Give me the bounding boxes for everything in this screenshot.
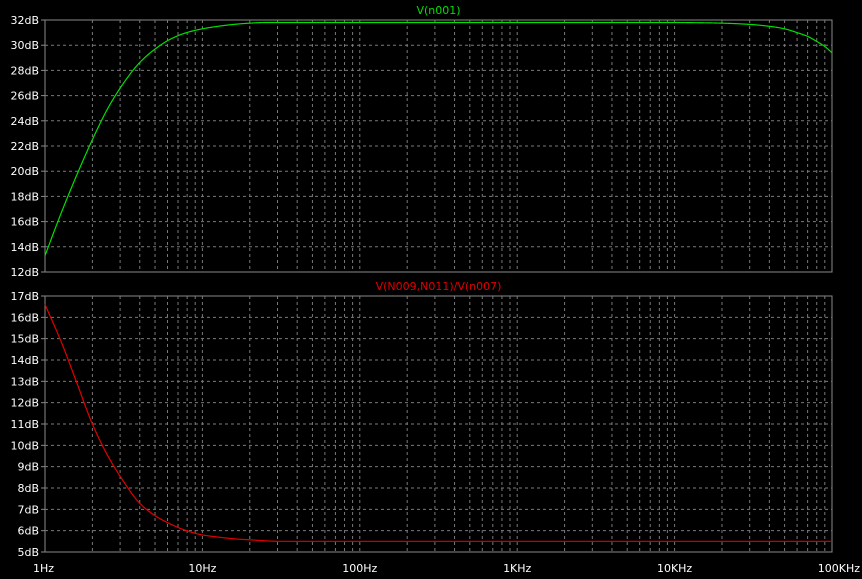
y-tick-label: 14dB xyxy=(10,241,39,254)
y-tick-label: 8dB xyxy=(17,482,39,495)
y-tick-label: 10dB xyxy=(10,439,39,452)
y-tick-label: 17dB xyxy=(10,290,39,303)
y-tick-label: 15dB xyxy=(10,333,39,346)
waveform-plot: 12dB 14dB 16dB 18dB 20dB 22dB 24dB 26dB 28dB 30dB… xyxy=(0,0,862,579)
y-tick-label: 6dB xyxy=(17,525,39,538)
x-tick-label: 100Hz xyxy=(342,562,377,575)
y-tick-label: 28dB xyxy=(10,64,39,77)
y-tick-label: 24dB xyxy=(10,115,39,128)
x-tick-label: 100KHz xyxy=(818,562,860,575)
trace-title: V(N009,N011)/V(n007) xyxy=(376,280,502,293)
y-tick-label: 14dB xyxy=(10,354,39,367)
x-tick-label: 10KHz xyxy=(657,562,692,575)
y-tick-label: 26dB xyxy=(10,90,39,103)
y-tick-label: 16dB xyxy=(10,311,39,324)
y-tick-label: 30dB xyxy=(10,39,39,52)
y-tick-label: 16dB xyxy=(10,216,39,229)
y-tick-label: 20dB xyxy=(10,165,39,178)
y-tick-label: 12dB xyxy=(10,397,39,410)
x-tick-label: 1Hz xyxy=(33,562,54,575)
y-tick-label: 32dB xyxy=(10,14,39,27)
y-tick-label: 9dB xyxy=(17,461,39,474)
y-tick-label: 5dB xyxy=(17,546,39,559)
trace-title: V(n001) xyxy=(416,4,460,17)
y-tick-label: 13dB xyxy=(10,375,39,388)
y-tick-label: 22dB xyxy=(10,140,39,153)
y-tick-label: 12dB xyxy=(10,266,39,279)
y-tick-label: 18dB xyxy=(10,190,39,203)
y-tick-label: 11dB xyxy=(10,418,39,431)
x-tick-label: 10Hz xyxy=(188,562,216,575)
y-tick-label: 7dB xyxy=(17,503,39,516)
x-tick-label: 1KHz xyxy=(503,562,531,575)
